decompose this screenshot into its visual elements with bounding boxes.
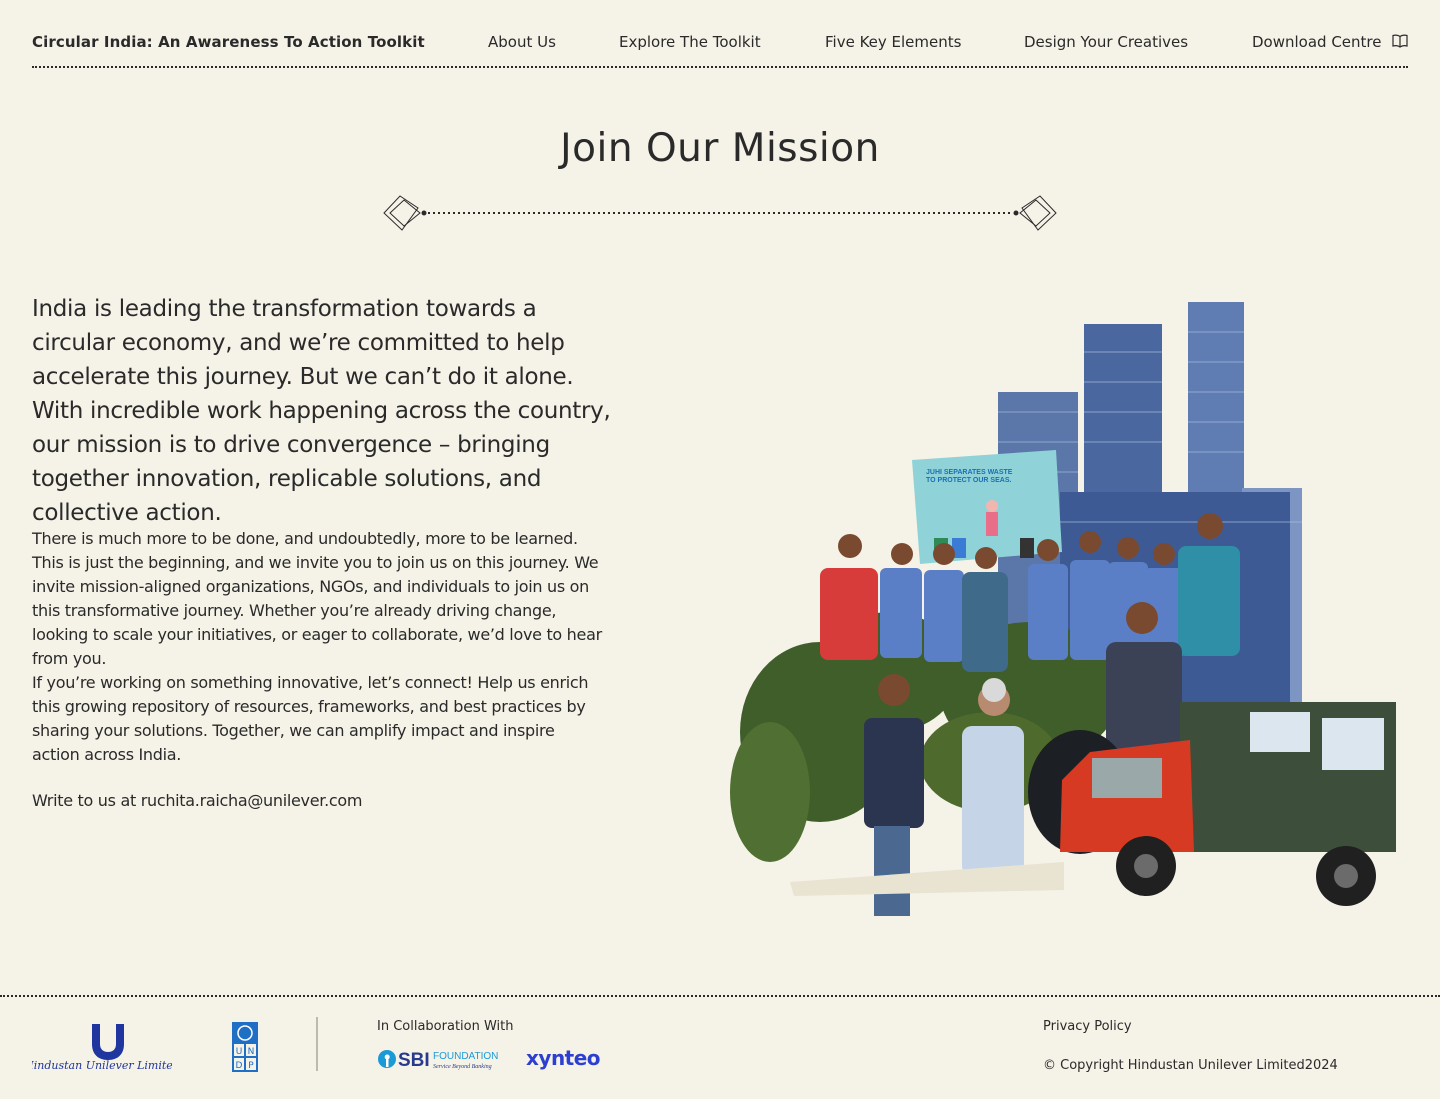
svg-text:D: D xyxy=(236,1061,243,1071)
poster-title-1: JUHI SEPARATES WASTE xyxy=(926,469,1013,476)
mission-paragraph-2: If you’re working on something innovativ… xyxy=(32,673,589,764)
page-title: Join Our Mission xyxy=(560,126,880,171)
svg-text:U: U xyxy=(236,1047,243,1057)
hindustan-unilever-logo[interactable]: Hindustan Unilever Limited xyxy=(32,1022,172,1072)
book-icon[interactable] xyxy=(1392,34,1408,48)
collaboration-label: In Collaboration With xyxy=(377,1019,514,1034)
nav-about-us[interactable]: About Us xyxy=(488,33,556,51)
poster-title-2: TO PROTECT OUR SEAS. xyxy=(926,477,1011,484)
nav-explore-toolkit[interactable]: Explore The Toolkit xyxy=(619,33,761,51)
sbi-logo-text: SBI xyxy=(398,1050,430,1071)
planter-base xyxy=(790,862,1064,896)
sbi-foundation-text: FOUNDATION xyxy=(433,1051,498,1062)
main-nav: About Us Explore The Toolkit Five Key El… xyxy=(32,33,1408,53)
mission-paragraph-1: There is much more to be done, and undou… xyxy=(32,529,602,668)
privacy-policy-link[interactable]: Privacy Policy xyxy=(1043,1019,1132,1034)
mission-lead: India is leading the transformation towa… xyxy=(32,296,611,526)
nav-five-key-elements[interactable]: Five Key Elements xyxy=(825,33,961,51)
sbi-tagline-text: Service Beyond Banking xyxy=(433,1064,492,1070)
footer-divider xyxy=(0,995,1440,997)
community-collage-image: JUHI SEPARATES WASTE TO PROTECT OUR SEAS… xyxy=(730,302,1396,916)
hul-logo-text: Hindustan Unilever Limited xyxy=(32,1059,172,1072)
svg-text:N: N xyxy=(248,1047,255,1057)
ornamental-divider xyxy=(383,195,1057,231)
sbi-foundation-logo[interactable]: SBI FOUNDATION Service Beyond Banking xyxy=(377,1046,509,1072)
footer-logo-separator xyxy=(316,1017,318,1071)
contact-email[interactable]: Write to us at ruchita.raicha@unilever.c… xyxy=(32,791,362,810)
xynteo-logo[interactable]: xynteo xyxy=(526,1046,601,1070)
nav-design-creatives[interactable]: Design Your Creatives xyxy=(1024,33,1188,51)
svg-text:P: P xyxy=(248,1061,254,1071)
undp-logo[interactable]: U N D P xyxy=(232,1022,258,1072)
nav-download-centre[interactable]: Download Centre xyxy=(1252,33,1382,51)
copyright-text: © Copyright Hindustan Unilever Limited20… xyxy=(1043,1058,1338,1073)
